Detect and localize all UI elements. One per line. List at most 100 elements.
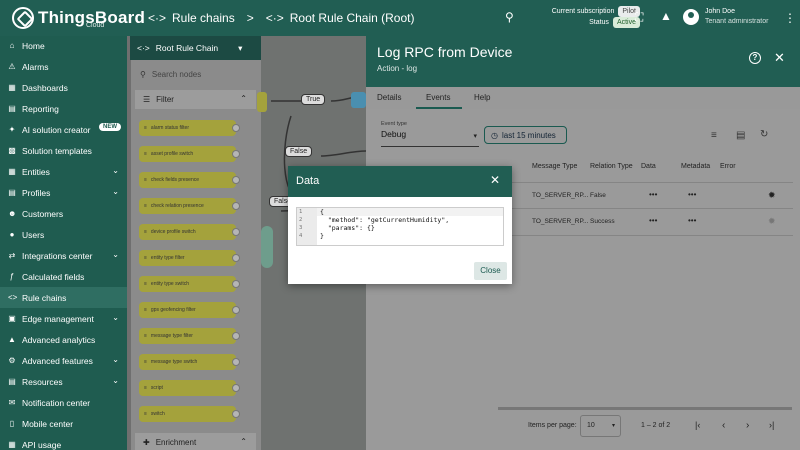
data-more-button[interactable]: •••	[649, 216, 657, 225]
sidebar-item-reporting[interactable]: ▤ Reporting	[0, 98, 130, 119]
debug-icon[interactable]: ✹	[768, 190, 776, 201]
chevron-down-icon: ⌄	[112, 313, 119, 322]
node-entity-type-filter[interactable]: ≡ entity type filter	[139, 250, 236, 266]
sidebar-item-advanced-features[interactable]: ⚙ Advanced features ⌄	[0, 350, 130, 371]
node-check-relation-presence[interactable]: ≡ check relation presence	[139, 198, 236, 214]
event-type-select[interactable]: Event type Debug ▾	[381, 121, 479, 147]
line-number: 4	[299, 233, 303, 239]
entities-icon: ▦	[8, 167, 16, 176]
delete-icon[interactable]: ▤	[736, 130, 745, 141]
sidebar-item-solution-templates[interactable]: ▩ Solution templates	[0, 140, 130, 161]
top-bar: ThingsBoard Cloud <·> Rule chains > <·> …	[0, 0, 800, 36]
customers-icon: ☻	[8, 209, 17, 218]
close-icon[interactable]: ✕	[490, 173, 500, 187]
sidebar-item-dashboards[interactable]: ▦ Dashboards	[0, 77, 130, 98]
edge-label-false[interactable]: False	[285, 146, 313, 157]
next-page-icon[interactable]: ›	[746, 420, 749, 431]
sidebar-item-home[interactable]: ⌂ Home	[0, 35, 130, 56]
sidebar-scrollbar[interactable]	[127, 36, 131, 450]
help-icon[interactable]: ?	[749, 52, 761, 64]
node-asset-profile-switch[interactable]: ≡ asset profile switch	[139, 146, 236, 162]
last-page-icon[interactable]: ›|	[769, 420, 774, 430]
column-relation-type[interactable]: Relation Type	[590, 163, 633, 170]
column-data[interactable]: Data	[641, 163, 656, 170]
canvas-node[interactable]	[257, 92, 267, 112]
prev-page-icon[interactable]: ‹	[722, 420, 725, 431]
breadcrumb-root-rule-chain[interactable]: Root Rule Chain (Root)	[290, 11, 415, 25]
node-script[interactable]: ≡ script	[139, 380, 236, 396]
sidebar-item-notification-center[interactable]: ✉ Notification center	[0, 392, 130, 413]
node-message-type-switch[interactable]: ≡ message type switch	[139, 354, 236, 370]
sidebar-item-edge-management[interactable]: ▣ Edge management ⌄	[0, 308, 130, 329]
sidebar-item-mobile-center[interactable]: ▯ Mobile center	[0, 413, 130, 434]
node-check-fields-presence[interactable]: ≡ check fields presence	[139, 172, 236, 188]
sidebar-item-rule-chains[interactable]: <> Rule chains	[0, 287, 130, 308]
close-button[interactable]: Close	[474, 262, 507, 280]
panel-subtitle: Action - log	[377, 64, 418, 73]
metadata-more-button[interactable]: •••	[688, 190, 696, 199]
code-editor[interactable]: 1 2 3 4 { "method": "getCurrentHumidity"…	[296, 207, 504, 246]
avatar	[683, 9, 699, 25]
tab-events[interactable]: Events	[426, 93, 450, 102]
line-number: 2	[299, 217, 303, 223]
close-icon[interactable]: ✕	[774, 50, 785, 66]
status-label: Status	[589, 19, 609, 26]
sidebar-item-entities[interactable]: ▦ Entities ⌄	[0, 161, 130, 182]
node-port	[232, 306, 240, 314]
search-icon[interactable]: ⚲	[505, 10, 514, 24]
library-header[interactable]: <·> Root Rule Chain ▾	[130, 36, 261, 60]
breadcrumb-rule-chains[interactable]: Rule chains	[172, 11, 235, 25]
sidebar-item-resources[interactable]: ▤ Resources ⌄	[0, 371, 130, 392]
notifications-icon[interactable]: ▲	[660, 9, 672, 23]
node-port	[232, 124, 240, 132]
library-search[interactable]: ⚲ Search nodes	[130, 64, 261, 84]
filter-list-icon[interactable]: ≡	[711, 130, 717, 141]
node-port	[232, 410, 240, 418]
sidebar-item-integrations-center[interactable]: ⇄ Integrations center ⌄	[0, 245, 130, 266]
node-entity-type-switch[interactable]: ≡ entity type switch	[139, 276, 236, 292]
chevron-down-icon: ⌄	[112, 166, 119, 175]
user-menu[interactable]: John Doe Tenant administrator	[683, 7, 768, 27]
logo[interactable]: ThingsBoard	[12, 7, 145, 29]
sidebar-item-api-usage[interactable]: ▦ API usage	[0, 434, 130, 450]
section-enrichment[interactable]: ✚ Enrichment ⌃	[135, 433, 256, 450]
column-error[interactable]: Error	[720, 163, 736, 170]
event-type-value: Debug	[381, 129, 407, 139]
node-message-type-filter[interactable]: ≡ message type filter	[139, 328, 236, 344]
tab-details[interactable]: Details	[377, 93, 401, 102]
node-switch[interactable]: ≡ switch	[139, 406, 236, 422]
sidebar-item-ai-solution-creator[interactable]: ✦ AI solution creator NEW	[0, 119, 130, 140]
edge-label-true[interactable]: True	[301, 94, 326, 105]
menu-icon: ☰	[143, 95, 151, 104]
report-icon: ▤	[8, 104, 16, 113]
node-gps-geofencing-filter[interactable]: ≡ gps geofencing filter	[139, 302, 236, 318]
refresh-icon[interactable]: ↻	[760, 129, 768, 140]
column-metadata[interactable]: Metadata	[681, 163, 710, 170]
caret-down-icon: ▾	[238, 42, 243, 53]
debug-icon[interactable]: ✹	[768, 216, 776, 227]
data-more-button[interactable]: •••	[649, 190, 657, 199]
node-device-profile-switch[interactable]: ≡ device profile switch	[139, 224, 236, 240]
canvas-node[interactable]	[351, 92, 366, 108]
items-per-page-select[interactable]: 10 ▾	[580, 415, 621, 437]
time-window-button[interactable]: ◷ last 15 minutes	[484, 126, 567, 144]
sidebar-item-calculated-fields[interactable]: ƒ Calculated fields	[0, 266, 130, 287]
first-page-icon[interactable]: |‹	[695, 420, 700, 430]
sidebar-item-profiles[interactable]: ▤ Profiles ⌄	[0, 182, 130, 203]
filter-icon: ≡	[144, 229, 147, 235]
sidebar-item-users[interactable]: ● Users	[0, 224, 130, 245]
sidebar-item-advanced-analytics[interactable]: ▲ Advanced analytics	[0, 329, 130, 350]
column-message-type[interactable]: Message Type	[532, 163, 577, 170]
fullscreen-icon[interactable]: ⛶	[635, 10, 643, 25]
node-alarm-status-filter[interactable]: ≡ alarm status filter	[139, 120, 236, 136]
sidebar-item-customers[interactable]: ☻ Customers	[0, 203, 130, 224]
more-vert-icon[interactable]: ⋮	[784, 11, 796, 25]
metadata-more-button[interactable]: •••	[688, 216, 696, 225]
section-filter[interactable]: ☰ Filter ⌃	[135, 90, 256, 109]
node-port	[232, 358, 240, 366]
sidebar-item-alarms[interactable]: ⚠ Alarms	[0, 56, 130, 77]
tab-help[interactable]: Help	[474, 93, 490, 102]
search-input[interactable]: Search nodes	[152, 70, 201, 79]
horizontal-scrollbar[interactable]	[498, 407, 792, 410]
canvas-node[interactable]	[261, 226, 273, 268]
